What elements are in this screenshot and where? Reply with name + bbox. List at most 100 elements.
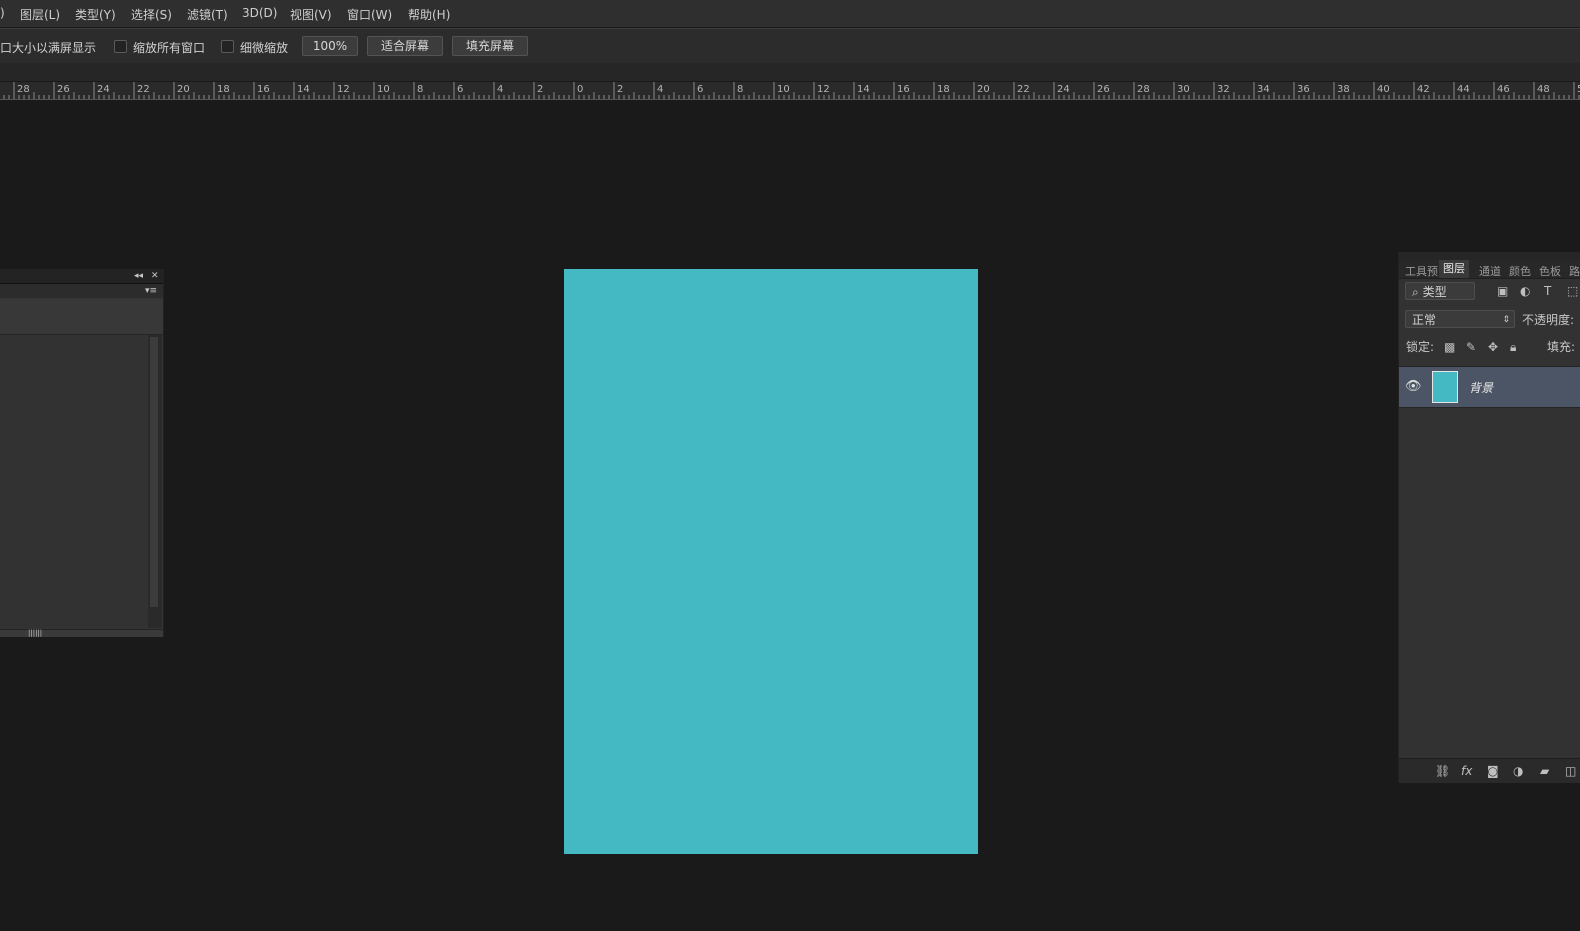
fill-label: 填充:: [1547, 340, 1576, 354]
shape-filter-icon[interactable]: ⬚: [1567, 284, 1578, 298]
zoom-all-checkbox[interactable]: [114, 40, 127, 53]
fit-window-option-label[interactable]: 口大小以满屏显示: [0, 39, 96, 56]
lock-label: 锁定:: [1406, 340, 1435, 354]
ruler-label: 6: [457, 84, 463, 95]
ruler-ticks: 28 26 24 22 20 18 16 14 12 10 8 6 4 2 0 2 4 6 8 10 12 14 16 18 2…: [3, 82, 1580, 99]
ruler-label: 18: [217, 84, 230, 95]
ruler-label: 24: [1057, 84, 1070, 95]
ruler-label: 16: [257, 84, 270, 95]
tab-swatches[interactable]: 色板: [1539, 263, 1561, 279]
scrubby-zoom-checkbox[interactable]: [221, 40, 234, 53]
ruler-label: 10: [377, 84, 390, 95]
menu-item-window[interactable]: 窗口(W): [347, 6, 392, 23]
ruler-label: 24: [97, 84, 110, 95]
layer-name[interactable]: 背景: [1469, 379, 1493, 396]
horizontal-ruler[interactable]: 28 26 24 22 20 18 16 14 12 10 8 6 4 2 0 2 4 6 8 10 12 14 16 18 2…: [0, 82, 1580, 100]
ruler-label: 30: [1177, 84, 1190, 95]
panel-header: ▾≡: [0, 284, 163, 298]
lock-position-icon[interactable]: ✥: [1488, 340, 1498, 354]
menu-item-help[interactable]: 帮助(H): [408, 6, 450, 23]
add-mask-icon[interactable]: ◙: [1487, 764, 1499, 778]
ruler-label: 28: [17, 84, 30, 95]
blend-mode-select[interactable]: 正常 ⇕: [1405, 310, 1515, 328]
ruler-label: 26: [1097, 84, 1110, 95]
ruler-label: 22: [1017, 84, 1030, 95]
panel-tab-bar: 工具预 图层 通道 颜色 色板 路径: [1399, 260, 1580, 279]
tab-paths[interactable]: 路径: [1569, 263, 1580, 279]
eye-icon[interactable]: 👁︎: [1405, 379, 1422, 394]
ruler-label: 28: [1137, 84, 1150, 95]
ruler-label: 40: [1377, 84, 1390, 95]
ruler-label: 2: [617, 84, 623, 95]
menu-item-type[interactable]: 类型(Y): [75, 6, 116, 23]
layer-filter-select[interactable]: ⌕ 类型: [1405, 282, 1475, 300]
menu-item-3d[interactable]: 3D(D): [242, 6, 277, 20]
panel-menu-icon[interactable]: ▾≡: [145, 286, 157, 296]
ruler-label: 2: [537, 84, 543, 95]
ruler-label: 0: [577, 84, 583, 95]
ruler-label: 4: [497, 84, 503, 95]
lock-all-icon[interactable]: 🔒︎: [1510, 340, 1516, 354]
tab-color[interactable]: 颜色: [1509, 263, 1531, 279]
panel-toolbar-area: [0, 299, 163, 335]
image-filter-icon[interactable]: ▣: [1497, 284, 1508, 298]
ruler-label: 48: [1537, 84, 1550, 95]
panel-dock-strip[interactable]: [1399, 252, 1580, 260]
panel-title-bar[interactable]: ◂◂ ✕: [0, 269, 163, 284]
document-canvas[interactable]: [564, 269, 978, 854]
menu-item-view[interactable]: 视图(V): [290, 6, 332, 23]
lock-pixels-icon[interactable]: ✎: [1466, 340, 1476, 354]
document-tab-bar: [0, 63, 1580, 81]
layer-thumbnail: [1432, 371, 1458, 403]
zoom-100-button[interactable]: 100%: [302, 36, 358, 56]
ruler-label: 12: [337, 84, 350, 95]
menu-item-filter[interactable]: 滤镜(T): [187, 6, 228, 23]
fill-screen-button[interactable]: 填充屏幕: [452, 36, 528, 56]
new-layer-icon[interactable]: ◫: [1565, 764, 1576, 778]
ruler-label: 36: [1297, 84, 1310, 95]
menu-item-layer[interactable]: 图层(L): [20, 6, 60, 23]
fit-screen-button[interactable]: 适合屏幕: [367, 36, 443, 56]
blend-mode-value: 正常: [1412, 313, 1437, 327]
scrollbar-thumb[interactable]: [150, 337, 158, 607]
panel-scrollbar[interactable]: [148, 335, 162, 628]
ruler-label: 18: [937, 84, 950, 95]
tab-tool-presets[interactable]: 工具预: [1405, 263, 1438, 279]
link-icon[interactable]: ⛓︎: [1435, 764, 1450, 778]
ruler-label: 4: [657, 84, 663, 95]
floating-panel: ◂◂ ✕ ▾≡ ||||||: [0, 269, 164, 637]
ruler-label: 20: [177, 84, 190, 95]
ruler-label: 8: [417, 84, 423, 95]
scrubby-zoom-label: 细微缩放: [240, 41, 289, 55]
ruler-label: 12: [817, 84, 830, 95]
layers-bottom-toolbar: ⛓︎ fx ◙ ◑ ▰ ◫: [1399, 758, 1580, 783]
layers-panel: 工具预 图层 通道 颜色 色板 路径 ⌕ 类型 ▣ ◐ T ⬚ 正常 ⇕ 不透明…: [1398, 252, 1580, 783]
ruler-label: 22: [137, 84, 150, 95]
fx-icon[interactable]: fx: [1461, 764, 1472, 778]
ruler-label: 38: [1337, 84, 1350, 95]
tab-channels[interactable]: 通道: [1479, 263, 1501, 279]
search-icon: ⌕: [1412, 285, 1419, 299]
close-icon[interactable]: ✕: [151, 271, 159, 281]
ruler-label: 34: [1257, 84, 1270, 95]
tab-layers[interactable]: 图层: [1439, 260, 1469, 278]
ruler-label: 14: [857, 84, 870, 95]
ruler-label: 8: [737, 84, 743, 95]
panel-content: [0, 335, 148, 628]
ruler-label: 32: [1217, 84, 1230, 95]
lock-transparent-icon[interactable]: ▩: [1444, 340, 1455, 354]
menu-item-edge[interactable]: ): [0, 6, 5, 20]
panel-resize-bar[interactable]: ||||||: [0, 629, 163, 637]
double-chevron-left-icon[interactable]: ◂◂: [134, 271, 143, 281]
ruler-label: 14: [297, 84, 310, 95]
folder-icon[interactable]: ▰: [1540, 764, 1549, 778]
ruler-label: 16: [897, 84, 910, 95]
adjustment-filter-icon[interactable]: ◐: [1520, 284, 1530, 298]
ruler-label: 46: [1497, 84, 1510, 95]
opacity-label: 不透明度:: [1522, 313, 1575, 327]
layer-row[interactable]: 👁︎ 背景: [1399, 366, 1580, 408]
adjustment-layer-icon[interactable]: ◑: [1513, 764, 1523, 778]
type-filter-icon[interactable]: T: [1544, 284, 1551, 298]
menu-item-select[interactable]: 选择(S): [131, 6, 172, 23]
ruler-label: 26: [57, 84, 70, 95]
